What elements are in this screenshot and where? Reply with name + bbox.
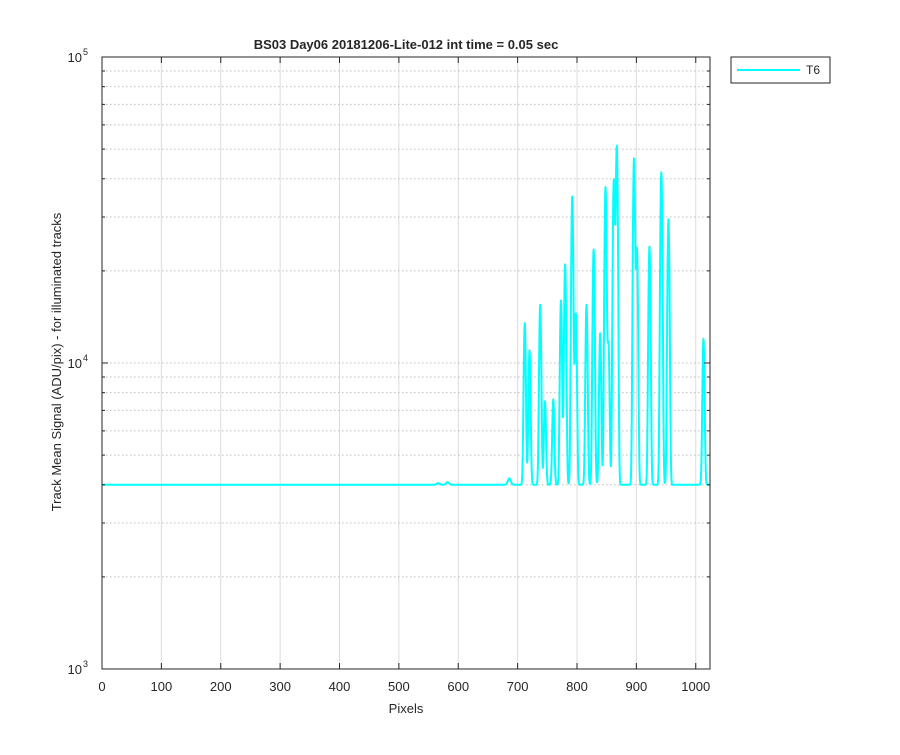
chart-title: BS03 Day06 20181206-Lite-012 int time = … — [254, 37, 559, 52]
x-tick-label: 700 — [507, 679, 529, 694]
y-tick-exponent: 5 — [83, 47, 88, 57]
x-tick-label: 400 — [329, 679, 351, 694]
y-tick-exponent: 4 — [83, 353, 88, 363]
x-tick-label: 500 — [388, 679, 410, 694]
x-axis-label: Pixels — [389, 701, 424, 716]
x-tick-label: 300 — [269, 679, 291, 694]
x-tick-label: 900 — [626, 679, 648, 694]
y-tick-exponent: 3 — [83, 659, 88, 669]
chart-svg: 0 100 200 300 400 500 600 700 800 900 1000 10 310 41… — [0, 0, 900, 750]
figure: 0 100 200 300 400 500 600 700 800 900 1000 10 3 10 4 1… — [0, 0, 900, 750]
y-tick-base: 10 — [68, 662, 82, 677]
y-tick-base: 10 — [68, 356, 82, 371]
x-tick-label: 600 — [447, 679, 469, 694]
x-tick-label: 100 — [151, 679, 173, 694]
y-tick-base: 10 — [68, 50, 82, 65]
x-tick-label: 1000 — [681, 679, 710, 694]
legend[interactable]: T6 — [730, 56, 831, 84]
legend-label-t6: T6 — [806, 63, 820, 77]
x-tick-label: 200 — [210, 679, 232, 694]
x-tick-label: 800 — [566, 679, 588, 694]
x-tick-label: 0 — [98, 679, 105, 694]
y-axis-label: Track Mean Signal (ADU/pix) - for illumi… — [49, 212, 64, 511]
